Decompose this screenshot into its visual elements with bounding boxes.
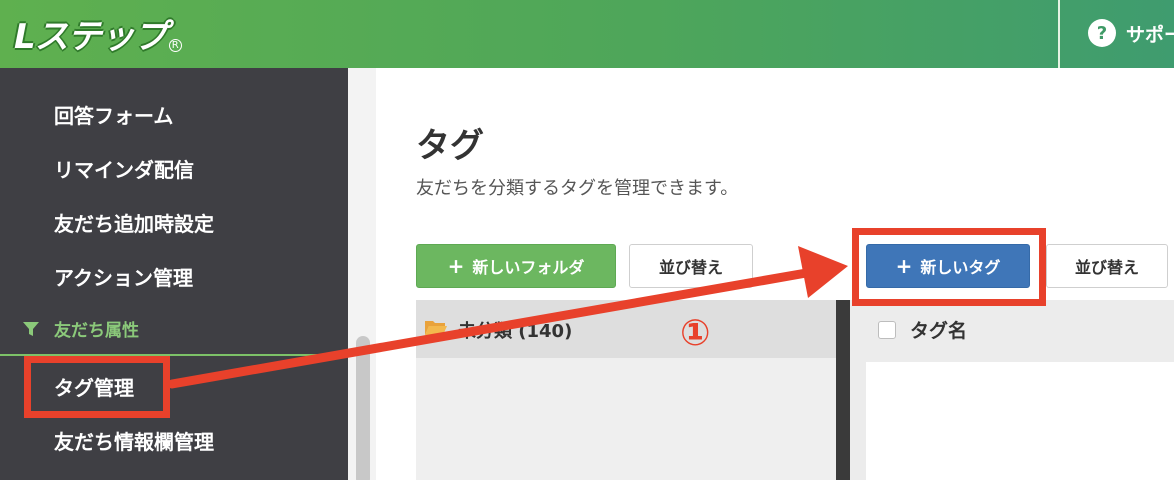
sidebar-item-friend-add-settings[interactable]: 友だち追加時設定	[54, 208, 214, 237]
sidebar-section-label: 友だち属性	[54, 321, 139, 341]
tag-name-column-header: タグ名	[910, 320, 968, 342]
sidebar-item-action-management[interactable]: アクション管理	[54, 262, 193, 291]
sidebar-item-friend-info-management[interactable]: 友だち情報欄管理	[54, 426, 214, 455]
sort-folders-button[interactable]: 並び替え	[629, 244, 753, 288]
support-link[interactable]: ? サポー	[1088, 19, 1174, 47]
plus-icon: +	[447, 254, 465, 278]
sidebar-item-answer-form[interactable]: 回答フォーム	[54, 100, 173, 129]
highlight-tag-management	[24, 356, 170, 418]
new-folder-label: 新しいフォルダ	[472, 258, 585, 277]
header-divider	[1058, 0, 1060, 68]
folder-label: 未分類 (140)	[458, 321, 573, 342]
top-header: Lステップ R ? サポー	[0, 0, 1174, 68]
page-title: タグ	[416, 126, 484, 166]
help-icon: ?	[1088, 19, 1116, 47]
logo-text: Lステップ	[14, 17, 168, 57]
sort-folders-label: 並び替え	[658, 258, 723, 277]
filter-icon	[23, 321, 39, 336]
app-logo[interactable]: Lステップ R	[14, 10, 182, 58]
sort-tags-button[interactable]: 並び替え	[1046, 244, 1168, 288]
sidebar-section-friend-attributes[interactable]: 友だち属性	[22, 316, 139, 341]
sidebar-item-reminder[interactable]: リマインダ配信	[54, 154, 194, 183]
page-description: 友だちを分類するタグを管理できます。	[416, 178, 739, 199]
panel-divider	[836, 300, 850, 480]
folder-open-icon	[425, 321, 447, 335]
support-label: サポー	[1126, 23, 1174, 46]
tag-table-body	[866, 362, 1174, 480]
step-number-label: ①	[680, 313, 711, 354]
registered-mark-icon: R	[168, 39, 182, 52]
sort-tags-label: 並び替え	[1074, 258, 1139, 277]
select-all-checkbox[interactable]	[878, 321, 896, 339]
sidebar-scrollbar-thumb[interactable]	[356, 336, 370, 480]
highlight-new-tag	[852, 228, 1046, 306]
new-folder-button[interactable]: + 新しいフォルダ	[416, 244, 616, 288]
